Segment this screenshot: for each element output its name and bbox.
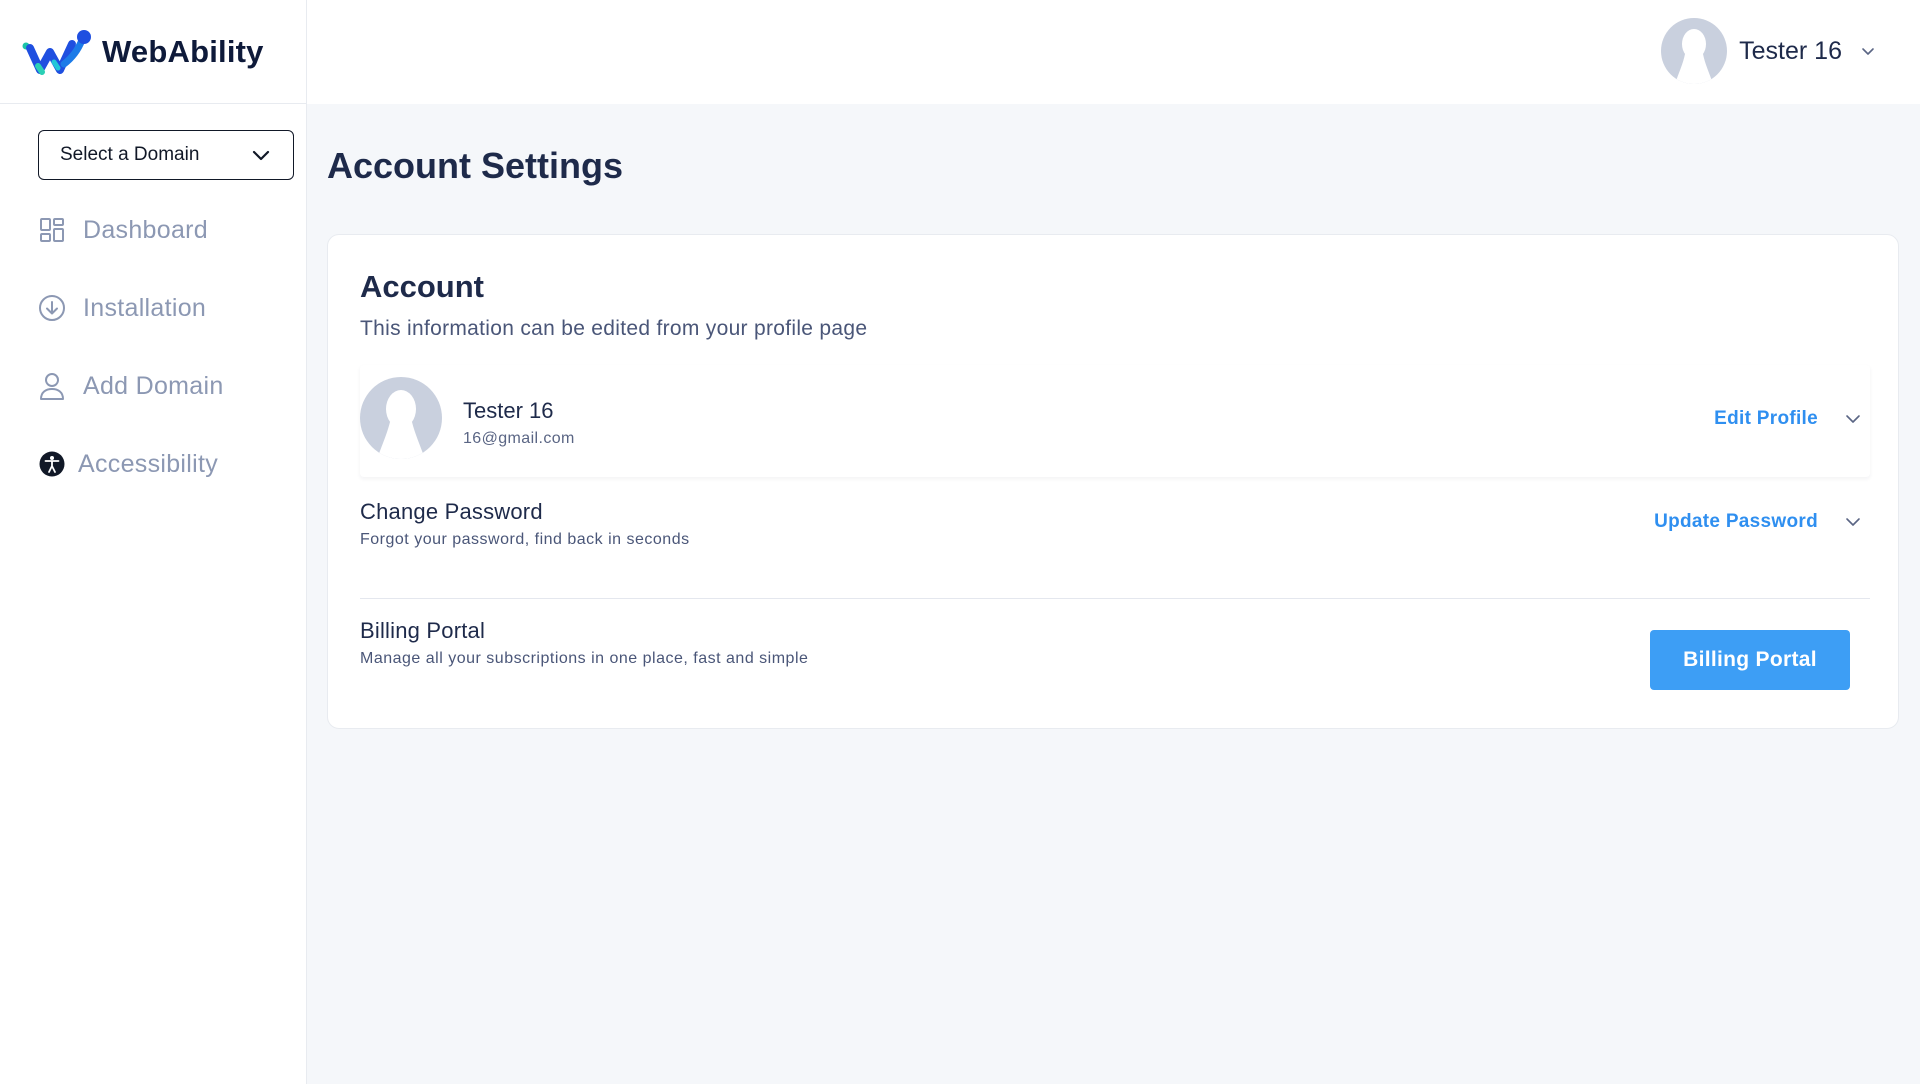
sidebar-item-label: Installation: [83, 293, 207, 322]
brand-name: WebAbility: [102, 33, 264, 69]
user-icon: [38, 372, 66, 400]
account-card: Account This information can be edited f…: [327, 234, 1899, 729]
sidebar-item-accessibility[interactable]: Accessibility: [38, 442, 224, 486]
sidebar-item-installation[interactable]: Installation: [38, 286, 224, 330]
chevron-down-icon: [1846, 518, 1860, 526]
webability-logo-icon: [22, 29, 91, 75]
domain-select-label: Select a Domain: [60, 144, 200, 165]
sidebar-nav: Dashboard Installation Add Domain Access…: [38, 208, 224, 520]
top-bar: Tester 16: [307, 0, 1920, 104]
sidebar-item-label: Dashboard: [83, 215, 209, 244]
change-password-title: Change Password: [360, 499, 543, 524]
profile-email: 16@gmail.com: [463, 430, 575, 447]
chevron-down-icon: [252, 150, 270, 161]
avatar: [360, 377, 442, 459]
change-password-row: Change Password Forgot your password, fi…: [360, 499, 1870, 599]
accessibility-icon: [38, 450, 66, 478]
user-menu[interactable]: Tester 16: [1661, 18, 1876, 84]
page-title: Account Settings: [327, 145, 624, 186]
sidebar-item-label: Accessibility: [78, 449, 219, 478]
domain-select[interactable]: Select a Domain: [38, 130, 294, 180]
update-password-button[interactable]: Update Password: [1654, 511, 1870, 533]
avatar: [1661, 18, 1728, 84]
sidebar-item-dashboard[interactable]: Dashboard: [38, 208, 224, 252]
logo[interactable]: WebAbility: [0, 0, 306, 104]
billing-portal-row: Billing Portal Manage all your subscript…: [360, 610, 1870, 710]
billing-portal-title: Billing Portal: [360, 618, 486, 643]
card-subtitle: This information can be edited from your…: [360, 317, 868, 340]
chevron-down-icon: [1846, 415, 1860, 423]
sidebar-item-label: Add Domain: [83, 371, 224, 400]
profile-row: Tester 16 16@gmail.com Edit Profile: [360, 365, 1870, 477]
download-circle-icon: [38, 294, 66, 322]
update-password-label: Update Password: [1654, 511, 1818, 532]
user-name: Tester 16: [1739, 36, 1842, 65]
change-password-subtitle: Forgot your password, find back in secon…: [360, 531, 690, 548]
sidebar: WebAbility Select a Domain Dashboard Ins…: [0, 0, 307, 1084]
sidebar-item-add-domain[interactable]: Add Domain: [38, 364, 224, 408]
dashboard-grid-icon: [38, 216, 66, 244]
edit-profile-label: Edit Profile: [1714, 408, 1818, 429]
card-title: Account: [360, 269, 484, 304]
profile-name: Tester 16: [463, 398, 554, 423]
chevron-down-icon: [1862, 48, 1874, 55]
billing-portal-subtitle: Manage all your subscriptions in one pla…: [360, 650, 809, 667]
billing-portal-button[interactable]: Billing Portal: [1650, 630, 1850, 690]
edit-profile-button[interactable]: Edit Profile: [1714, 408, 1870, 430]
